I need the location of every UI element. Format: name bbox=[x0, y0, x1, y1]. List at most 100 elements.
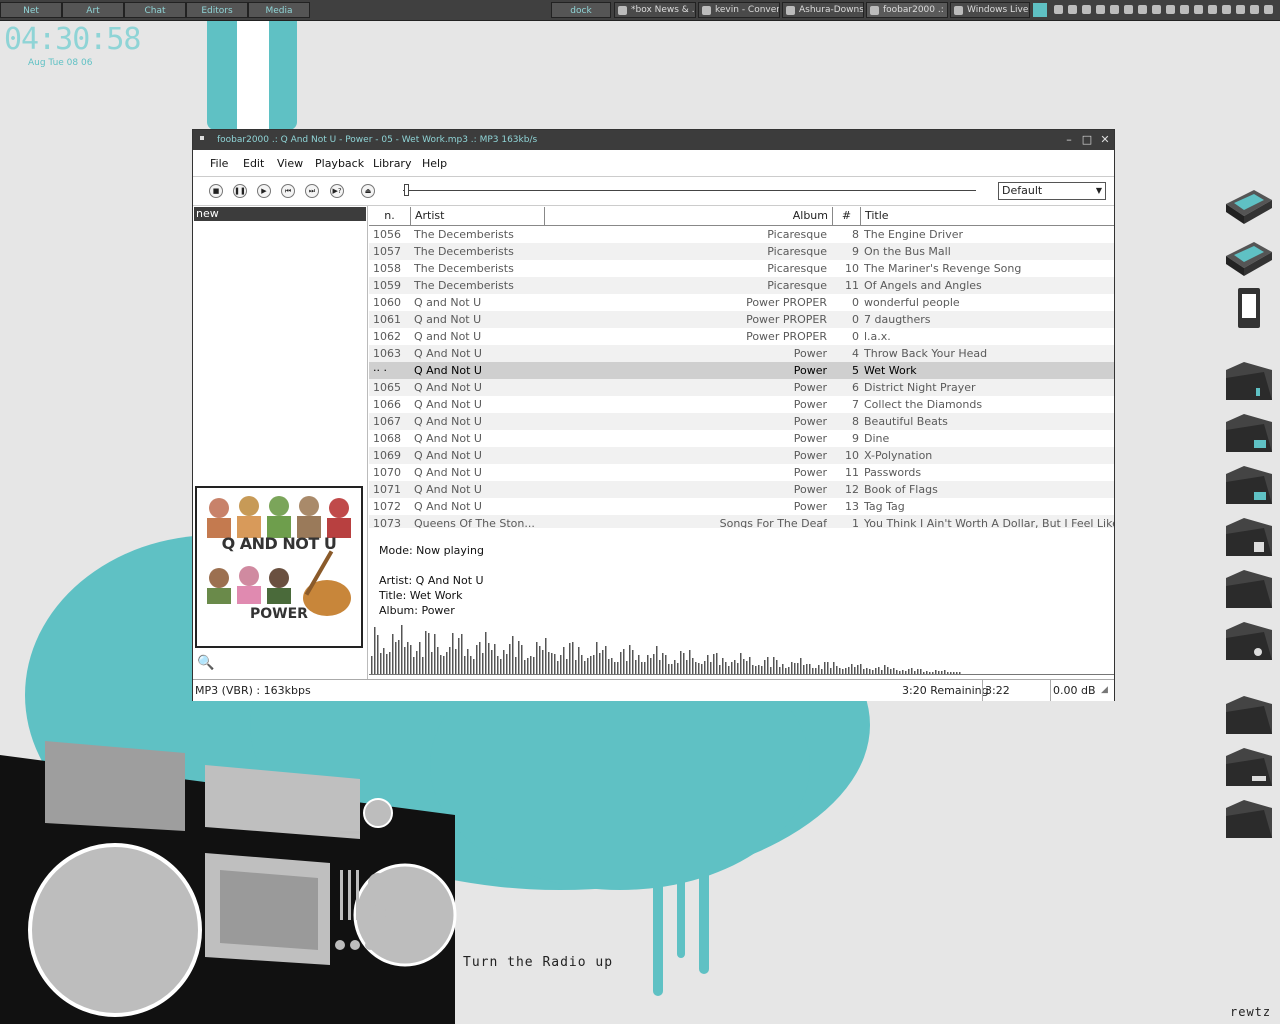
eject-icon[interactable]: ⏏ bbox=[361, 184, 375, 198]
tray-icon[interactable] bbox=[1110, 5, 1119, 14]
tray-icon[interactable] bbox=[1068, 5, 1077, 14]
taskbar-group-editors[interactable]: Editors bbox=[186, 2, 248, 18]
tray-icon[interactable] bbox=[1096, 5, 1105, 14]
spectrum-bar bbox=[929, 672, 931, 674]
playlist-row[interactable]: 1057 The Decemberists Picaresque 9 On the Bu… bbox=[369, 243, 1114, 260]
spectrum-bar bbox=[839, 668, 841, 674]
drive-icon[interactable] bbox=[1224, 186, 1274, 230]
playlist-row[interactable]: 1059 The Decemberists Picaresque 11 Of Angel… bbox=[369, 277, 1114, 294]
row-title: Book of Flags bbox=[864, 483, 938, 496]
spectrum-bar bbox=[665, 655, 667, 674]
row-album: Power bbox=[793, 432, 827, 445]
spectrum-bar bbox=[713, 654, 715, 674]
tray-icon[interactable] bbox=[1194, 5, 1203, 14]
window-menu-icon[interactable] bbox=[200, 136, 204, 140]
spectrum-bar bbox=[548, 652, 550, 674]
column-title[interactable]: Title bbox=[861, 207, 1114, 225]
playlist-row[interactable]: 1068 Q And Not U Power 9 Dine bbox=[369, 430, 1114, 447]
playlist-row[interactable]: 1056 The Decemberists Picaresque 8 The Engin… bbox=[369, 226, 1114, 243]
taskbar-task[interactable]: *box News & ... bbox=[614, 2, 696, 18]
taskbar-group-chat[interactable]: Chat bbox=[124, 2, 186, 18]
folder-icon[interactable] bbox=[1224, 464, 1274, 508]
folder-icon[interactable] bbox=[1224, 798, 1274, 842]
row-track: 10 bbox=[845, 262, 859, 275]
close-button[interactable]: ✕ bbox=[1098, 133, 1112, 147]
tray-icon[interactable] bbox=[1264, 5, 1273, 14]
tray-icon[interactable] bbox=[1236, 5, 1245, 14]
tray-icon[interactable] bbox=[1208, 5, 1217, 14]
playlist-row[interactable]: 1071 Q And Not U Power 12 Book of Flags bbox=[369, 481, 1114, 498]
folder-settings-icon[interactable] bbox=[1224, 620, 1274, 664]
search-icon[interactable]: 🔍 bbox=[197, 655, 214, 671]
dsp-preset-select[interactable]: Default ▼ bbox=[998, 182, 1106, 200]
column-artist[interactable]: Artist bbox=[411, 207, 545, 225]
playlist-row[interactable]: 1065 Q And Not U Power 6 District Night Pray… bbox=[369, 379, 1114, 396]
folder-music-icon[interactable] bbox=[1224, 694, 1274, 738]
seek-bar[interactable] bbox=[403, 190, 976, 191]
taskbar-group-art[interactable]: Art bbox=[62, 2, 124, 18]
playlist-row[interactable]: 1072 Q And Not U Power 13 Tag Tag bbox=[369, 498, 1114, 515]
tray-icon[interactable] bbox=[1054, 5, 1063, 14]
tray-icon[interactable] bbox=[1222, 5, 1231, 14]
taskbar-task[interactable]: kevin - Conver... bbox=[698, 2, 780, 18]
stop-icon[interactable]: ■ bbox=[209, 184, 223, 198]
menu-file[interactable]: File bbox=[210, 157, 228, 170]
menu-library[interactable]: Library bbox=[373, 157, 411, 170]
playlist-row[interactable]: 1066 Q And Not U Power 7 Collect the Diamond… bbox=[369, 396, 1114, 413]
spectrum-bar bbox=[902, 670, 904, 674]
playlist-row-playing[interactable]: ·· · Q And Not U Power 5 Wet Work bbox=[369, 362, 1114, 379]
menu-playback[interactable]: Playback bbox=[315, 157, 364, 170]
menu-help[interactable]: Help bbox=[422, 157, 447, 170]
folder-video-icon[interactable] bbox=[1224, 746, 1274, 790]
playlist-row[interactable]: 1060 Q and Not U Power PROPER 0 wonderful pe… bbox=[369, 294, 1114, 311]
minimize-button[interactable]: – bbox=[1062, 133, 1076, 147]
random-icon[interactable]: ▶? bbox=[330, 184, 344, 198]
playlist-row[interactable]: 1063 Q And Not U Power 4 Throw Back Your Hea… bbox=[369, 345, 1114, 362]
folder-pictures-icon[interactable] bbox=[1224, 516, 1274, 560]
row-track: 0 bbox=[852, 330, 859, 343]
menu-view[interactable]: View bbox=[277, 157, 303, 170]
folder-downloads-icon[interactable] bbox=[1224, 360, 1274, 404]
column-track[interactable]: # bbox=[833, 207, 861, 225]
window-titlebar[interactable]: foobar2000 .: Q And Not U - Power - 05 -… bbox=[193, 130, 1114, 150]
pause-icon[interactable]: ❚❚ bbox=[233, 184, 247, 198]
tray-icon[interactable] bbox=[1250, 5, 1259, 14]
playlist-row[interactable]: 1067 Q And Not U Power 8 Beautiful Beats bbox=[369, 413, 1114, 430]
playlist-row[interactable]: 1058 The Decemberists Picaresque 10 The Mari… bbox=[369, 260, 1114, 277]
seek-handle[interactable] bbox=[404, 184, 409, 196]
next-icon[interactable]: ⏭ bbox=[305, 184, 319, 198]
taskbar-task-active[interactable]: foobar2000 .: ... bbox=[866, 2, 948, 18]
playlist-header: n. Artist Album # Title bbox=[369, 207, 1114, 226]
folder-icon[interactable] bbox=[1224, 412, 1274, 456]
folder-icon[interactable] bbox=[1224, 568, 1274, 612]
tray-icon[interactable] bbox=[1152, 5, 1161, 14]
tray-active-icon[interactable] bbox=[1033, 3, 1047, 17]
device-icon[interactable] bbox=[1224, 286, 1274, 330]
tray-icon[interactable] bbox=[1124, 5, 1133, 14]
spectrum-bar bbox=[524, 660, 526, 674]
taskbar-dock-button[interactable]: dock bbox=[551, 2, 611, 18]
maximize-button[interactable]: □ bbox=[1080, 133, 1094, 147]
spectrum-bar bbox=[449, 647, 451, 674]
column-album[interactable]: Album bbox=[545, 207, 833, 225]
resize-grip-icon[interactable]: ◢ bbox=[1101, 680, 1108, 701]
playlist-item[interactable]: new bbox=[194, 207, 366, 221]
column-number[interactable]: n. bbox=[369, 207, 411, 225]
playlist-row[interactable]: 1073 Queens Of The Ston... Songs For The D… bbox=[369, 515, 1114, 528]
playlist-row[interactable]: 1062 Q and Not U Power PROPER 0 l.a.x. bbox=[369, 328, 1114, 345]
playlist-row[interactable]: 1070 Q And Not U Power 11 Passwords bbox=[369, 464, 1114, 481]
taskbar-group-net[interactable]: Net bbox=[0, 2, 62, 18]
taskbar-task[interactable]: Ashura-Downs... bbox=[782, 2, 864, 18]
tray-icon[interactable] bbox=[1082, 5, 1091, 14]
drive-network-icon[interactable] bbox=[1224, 238, 1274, 282]
tray-icon[interactable] bbox=[1166, 5, 1175, 14]
play-icon[interactable]: ▶ bbox=[257, 184, 271, 198]
menu-edit[interactable]: Edit bbox=[243, 157, 264, 170]
tray-icon[interactable] bbox=[1180, 5, 1189, 14]
playlist-row[interactable]: 1069 Q And Not U Power 10 X-Polynation bbox=[369, 447, 1114, 464]
taskbar-group-media[interactable]: Media bbox=[248, 2, 310, 18]
taskbar-task[interactable]: Windows Live ... bbox=[950, 2, 1030, 18]
previous-icon[interactable]: ⏮ bbox=[281, 184, 295, 198]
playlist-row[interactable]: 1061 Q and Not U Power PROPER 0 7 daugthers bbox=[369, 311, 1114, 328]
tray-icon[interactable] bbox=[1138, 5, 1147, 14]
